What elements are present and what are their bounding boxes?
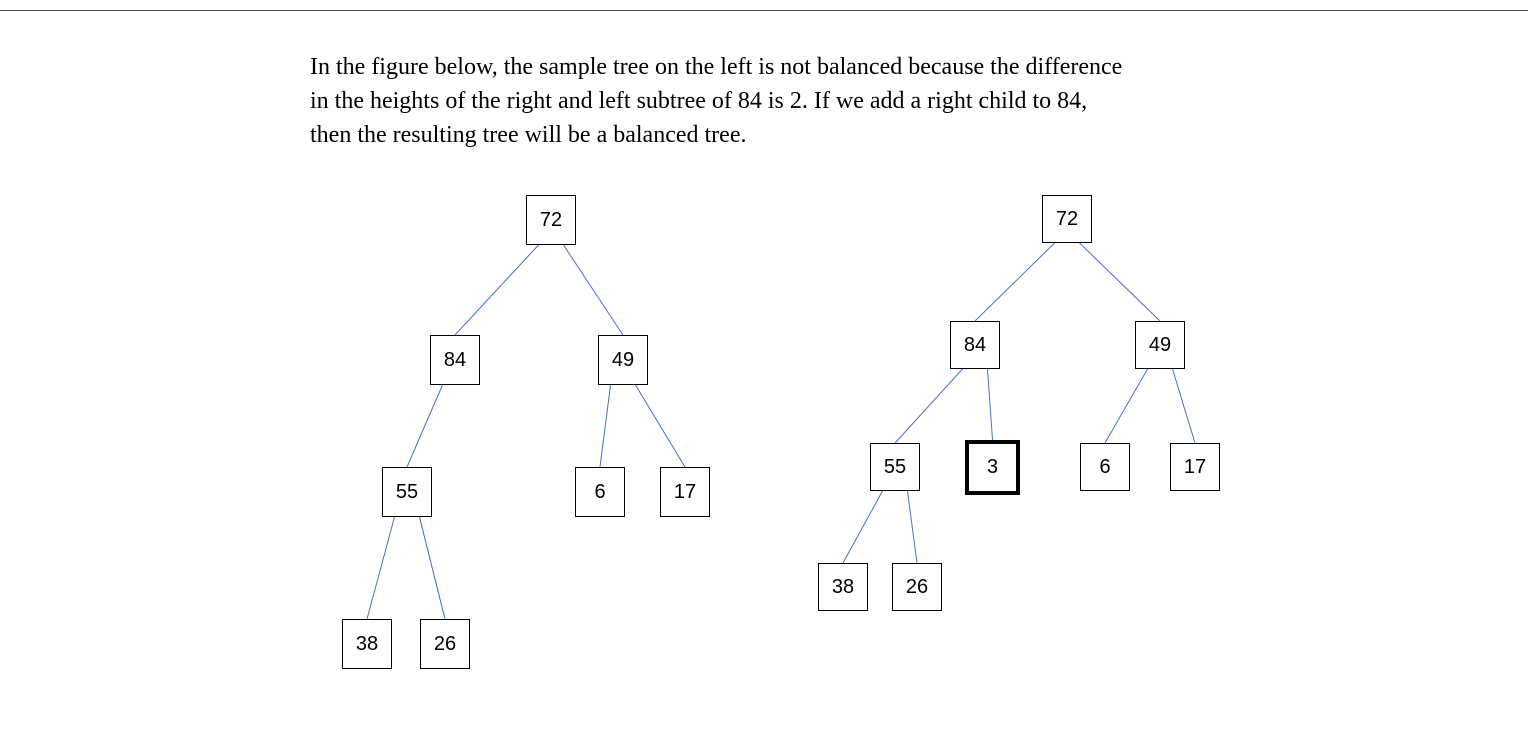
tree-node-L26: 26 bbox=[420, 619, 470, 669]
edge-L49-L6 bbox=[600, 385, 611, 467]
tree-diagram: 7284495561738267284495536173826 bbox=[310, 185, 1270, 745]
edge-R72-R84 bbox=[975, 243, 1055, 321]
tree-node-R3: 3 bbox=[965, 440, 1020, 495]
tree-node-L6: 6 bbox=[575, 467, 625, 517]
tree-node-L55: 55 bbox=[382, 467, 432, 517]
tree-node-L49: 49 bbox=[598, 335, 648, 385]
tree-node-R38: 38 bbox=[818, 563, 868, 611]
edge-R55-R26 bbox=[908, 491, 918, 563]
edge-L55-L38 bbox=[367, 517, 395, 619]
tree-node-R17: 17 bbox=[1170, 443, 1220, 491]
edge-L72-L49 bbox=[564, 245, 624, 335]
tree-node-R84: 84 bbox=[950, 321, 1000, 369]
tree-node-R49: 49 bbox=[1135, 321, 1185, 369]
tree-node-R26: 26 bbox=[892, 563, 942, 611]
tree-node-L17: 17 bbox=[660, 467, 710, 517]
edge-R72-R49 bbox=[1080, 243, 1161, 321]
edge-R84-R3 bbox=[988, 369, 993, 440]
description-paragraph: In the figure below, the sample tree on … bbox=[310, 50, 1130, 152]
edge-R84-R55 bbox=[895, 369, 963, 443]
tree-node-R55: 55 bbox=[870, 443, 920, 491]
tree-node-R72: 72 bbox=[1042, 195, 1092, 243]
edge-L84-L55 bbox=[407, 385, 443, 467]
edge-L72-L84 bbox=[455, 245, 539, 335]
edge-L49-L17 bbox=[636, 385, 686, 467]
page: In the figure below, the sample tree on … bbox=[0, 0, 1528, 743]
edge-R49-R17 bbox=[1173, 369, 1196, 443]
tree-node-R6: 6 bbox=[1080, 443, 1130, 491]
edge-R55-R38 bbox=[843, 491, 883, 563]
edge-R49-R6 bbox=[1105, 369, 1148, 443]
edge-L55-L26 bbox=[420, 517, 446, 619]
tree-node-L38: 38 bbox=[342, 619, 392, 669]
tree-node-L84: 84 bbox=[430, 335, 480, 385]
top-rule bbox=[0, 10, 1528, 11]
tree-node-L72: 72 bbox=[526, 195, 576, 245]
